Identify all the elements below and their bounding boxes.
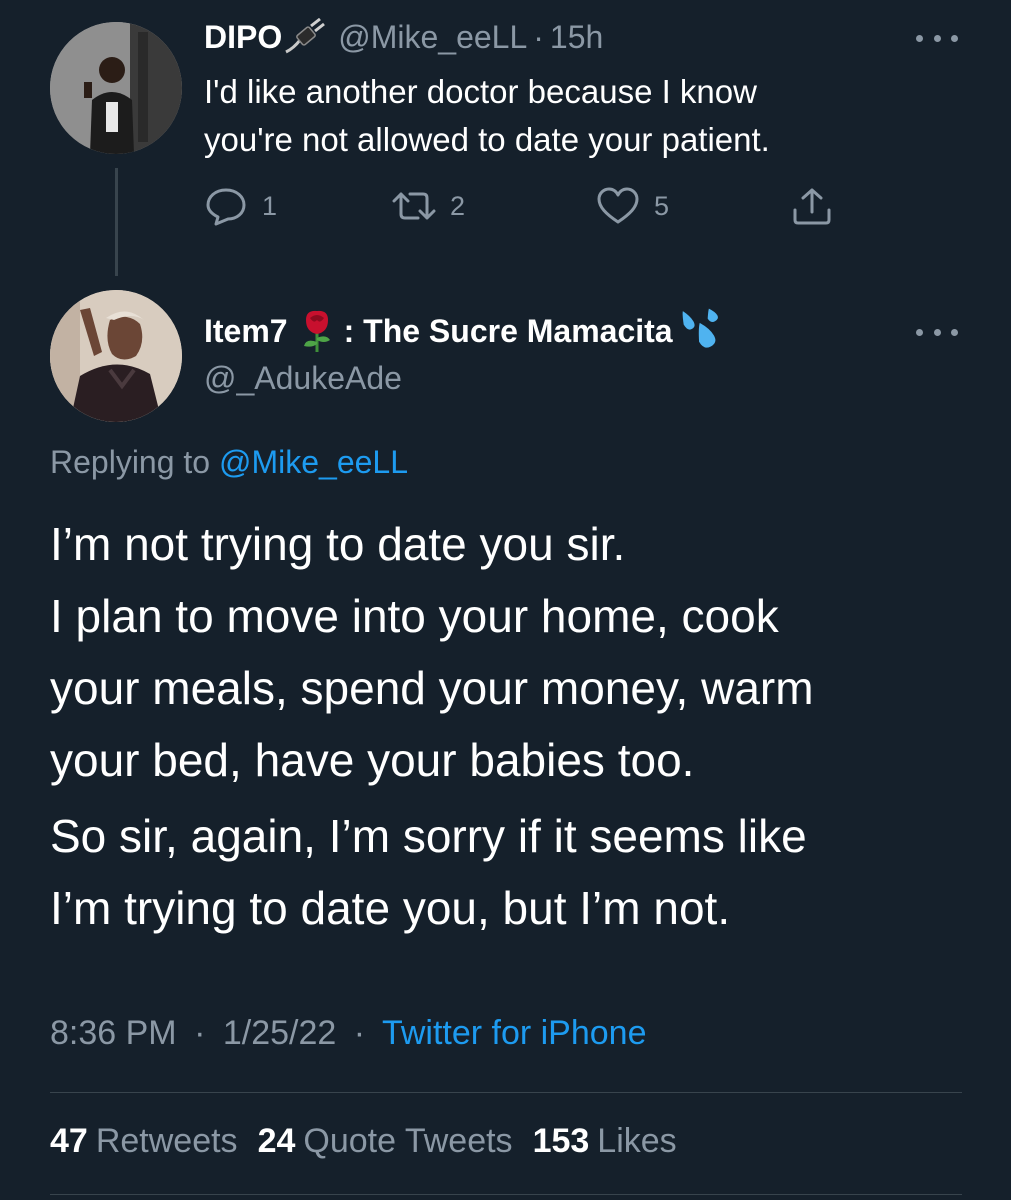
quote-tweets-count: 24 <box>257 1122 296 1160</box>
replying-prefix: Replying to <box>50 444 211 480</box>
retweet-button[interactable]: 2 <box>392 186 465 226</box>
like-button[interactable]: 5 <box>596 186 669 226</box>
parent-text-line: I'd like another doctor because I know <box>204 73 757 110</box>
replying-mention-link[interactable]: @Mike_eeLL <box>219 444 408 480</box>
likes-label: Likes <box>597 1122 677 1160</box>
rose-icon <box>294 308 340 354</box>
tweet-time[interactable]: 8:36 PM <box>50 1014 177 1052</box>
thread-connector-line <box>115 168 118 276</box>
parent-timestamp[interactable]: 15h <box>550 19 603 56</box>
person-photo-icon <box>50 22 182 154</box>
retweets-label: Retweets <box>95 1122 238 1160</box>
divider <box>50 1194 962 1195</box>
share-button[interactable] <box>790 186 834 226</box>
tweet-source-link[interactable]: Twitter for iPhone <box>382 1014 647 1052</box>
quote-tweets-stat[interactable]: 24 Quote Tweets <box>258 1122 513 1161</box>
reply-count: 1 <box>262 190 278 221</box>
tweet-text-line: your meals, spend your money, warm <box>50 662 814 714</box>
separator-dot: · <box>353 1014 366 1052</box>
tweet-text-line: I’m trying to date you, but I’m not. <box>50 882 731 934</box>
main-name-rest: : The Sucre Mamacita <box>343 312 673 349</box>
parent-avatar[interactable] <box>50 22 182 154</box>
reply-icon <box>206 188 246 226</box>
likes-count: 153 <box>532 1122 590 1160</box>
tweet-text-line: I plan to move into your home, cook <box>50 590 779 642</box>
parent-handle[interactable]: @Mike_eeLL <box>338 19 527 56</box>
parent-text-line: you're not allowed to date your patient. <box>204 121 770 158</box>
tweet-text-line: I’m not trying to date you sir. <box>50 518 626 570</box>
tweet-paragraph: So sir, again, I’m sorry if it seems lik… <box>50 800 970 944</box>
tweet-paragraph: I’m not trying to date you sir. I plan t… <box>50 508 970 796</box>
parent-tweet-header: DIPO @Mike_eeLL · 15h <box>204 14 603 60</box>
like-count: 5 <box>654 190 670 221</box>
heart-icon <box>597 187 639 224</box>
parent-display-name[interactable]: DIPO <box>204 19 282 56</box>
person-photo-icon <box>50 290 182 422</box>
parent-tweet-text: I'd like another doctor because I know y… <box>204 68 964 164</box>
share-icon <box>793 188 831 225</box>
main-avatar[interactable] <box>50 290 182 422</box>
main-tweet-text: I’m not trying to date you sir. I plan t… <box>50 508 970 944</box>
retweets-count: 47 <box>50 1122 88 1160</box>
retweet-count: 2 <box>450 190 466 221</box>
tweet-metadata: 8:36 PM · 1/25/22 · Twitter for iPhone <box>50 1014 647 1053</box>
more-options-icon[interactable] <box>916 28 958 48</box>
retweet-icon <box>392 192 436 220</box>
more-options-icon[interactable] <box>916 322 958 342</box>
parent-action-bar: 1 2 5 <box>204 186 844 226</box>
sweat-droplets-icon <box>677 308 723 354</box>
parent-tweet[interactable]: DIPO @Mike_eeLL · 15h I'd like another d… <box>0 0 1011 290</box>
main-handle[interactable]: @_AdukeAde <box>204 360 402 397</box>
reply-button[interactable]: 1 <box>204 186 277 226</box>
likes-stat[interactable]: 153 Likes <box>533 1122 677 1161</box>
main-display-name[interactable]: Item7 : The Sucre Mamacita <box>204 306 723 356</box>
separator-dot: · <box>194 1014 206 1052</box>
main-name-first: Item7 <box>204 312 288 349</box>
replying-to: Replying to @Mike_eeLL <box>50 444 408 481</box>
electric-plug-icon <box>284 17 328 56</box>
tweet-text-line: your bed, have your babies too. <box>50 734 695 786</box>
engagement-stats: 47 Retweets 24 Quote Tweets 153 Likes <box>50 1122 697 1161</box>
tweet-date[interactable]: 1/25/22 <box>223 1014 336 1052</box>
divider <box>50 1092 962 1093</box>
separator-dot: · <box>533 18 544 55</box>
quote-tweets-label: Quote Tweets <box>303 1122 513 1160</box>
retweets-stat[interactable]: 47 Retweets <box>50 1122 238 1161</box>
tweet-text-line: So sir, again, I’m sorry if it seems lik… <box>50 810 807 862</box>
